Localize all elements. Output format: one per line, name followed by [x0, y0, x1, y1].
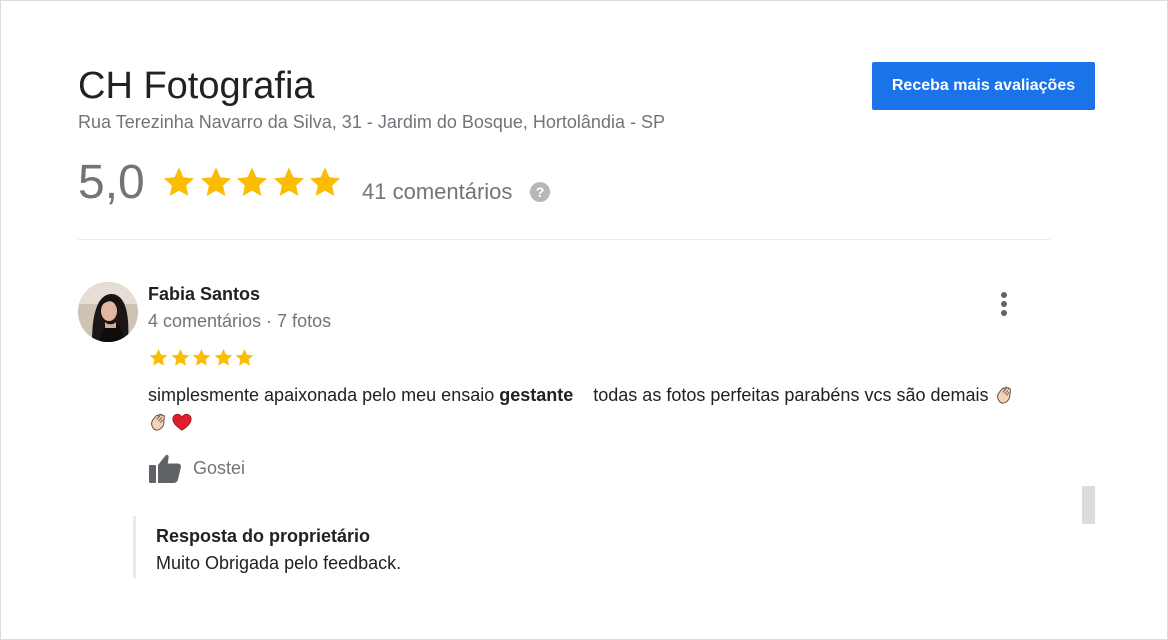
section-divider — [78, 239, 1050, 240]
owner-reply-title: Resposta do proprietário — [156, 526, 371, 546]
star-icon — [214, 349, 232, 366]
star-icon — [163, 167, 195, 197]
more-vertical-icon[interactable] — [991, 288, 1017, 320]
like-label: Gostei — [193, 458, 246, 478]
like-button[interactable]: Gostei — [148, 451, 245, 485]
clapping-hands-icon — [151, 413, 165, 431]
star-icon — [235, 349, 254, 366]
review-star-rating — [148, 347, 256, 368]
review-text-end: todas as fotos perfeitas parabéns vcs sã… — [573, 385, 994, 405]
review-text-start: simplesmente apaixonada pelo meu ensaio — [148, 385, 500, 405]
menu-dot — [1001, 292, 1007, 298]
average-rating: 5,0 — [78, 156, 145, 209]
menu-dot — [1001, 301, 1007, 307]
star-icon — [200, 167, 231, 197]
reviews-panel: CH Fotografia Rua Terezinha Navarro da S… — [0, 0, 1168, 640]
review-count: 41 comentários — [362, 179, 513, 204]
business-name: CH Fotografia — [78, 65, 315, 107]
reviewer-photo — [78, 282, 138, 342]
reviewer-name[interactable]: Fabia Santos — [148, 283, 260, 305]
owner-reply: Resposta do proprietário Muito Obrigada … — [133, 516, 736, 578]
thumbs-up-icon — [149, 454, 182, 483]
reviewer-avatar[interactable] — [78, 282, 138, 342]
review-keyword: gestante — [499, 385, 574, 405]
star-icon — [273, 167, 304, 197]
average-star-rating — [161, 164, 344, 204]
help-circle-icon[interactable]: ? — [530, 182, 550, 202]
reviewer-stats: 4 comentários · 7 fotos — [148, 311, 332, 331]
scrollbar-thumb[interactable] — [1082, 486, 1095, 524]
star-icon — [192, 349, 211, 366]
get-more-reviews-button[interactable]: Receba mais avaliações — [872, 62, 1095, 110]
clapping-hands-icon — [996, 386, 1011, 404]
star-icon — [236, 167, 268, 197]
star-icon — [171, 349, 189, 366]
star-icon — [309, 167, 341, 197]
review-text: simplesmente apaixonada pelo meu ensaio … — [148, 382, 1028, 436]
menu-dot — [1001, 310, 1007, 316]
business-address: Rua Terezinha Navarro da Silva, 31 - Jar… — [78, 112, 665, 132]
red-heart-icon — [172, 413, 192, 431]
owner-reply-text: Muito Obrigada pelo feedback. — [156, 553, 402, 573]
star-icon — [149, 349, 168, 366]
